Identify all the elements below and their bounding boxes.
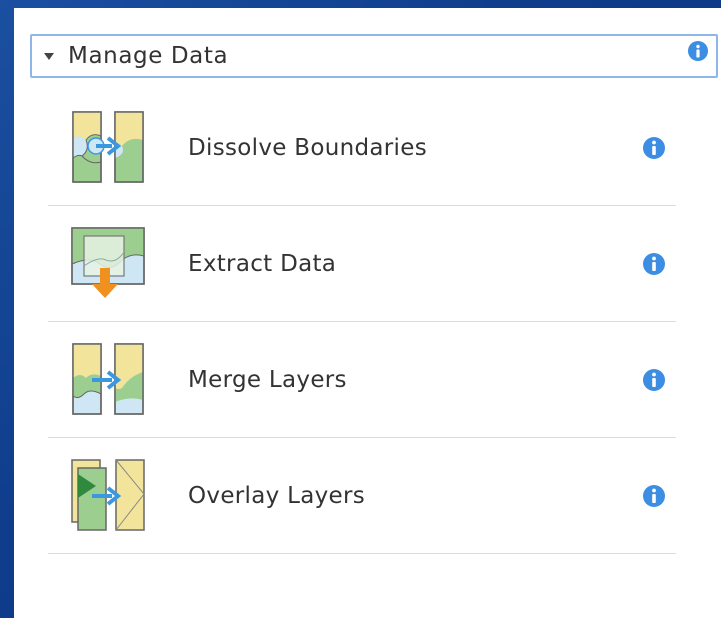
overlay-layers-icon [71,459,145,531]
info-icon[interactable] [642,484,666,508]
tool-label: Dissolve Boundaries [188,134,427,161]
tool-extract-data[interactable]: Extract Data [48,206,676,322]
tool-dissolve-boundaries[interactable]: Dissolve Boundaries [48,90,676,206]
extract-data-icon [71,227,145,298]
info-icon[interactable] [642,252,666,276]
tool-list: Dissolve Boundaries Extract Data Merge L… [48,90,676,554]
merge-layers-icon [72,343,144,415]
info-icon[interactable] [642,368,666,392]
info-icon[interactable] [642,136,666,160]
caret-down-icon[interactable] [44,52,54,60]
tool-overlay-layers[interactable]: Overlay Layers [48,438,676,554]
tool-label: Merge Layers [188,366,347,393]
manage-data-section-header[interactable]: Manage Data [30,34,718,78]
tool-label: Extract Data [188,250,337,277]
tool-label: Overlay Layers [188,482,366,509]
tool-merge-layers[interactable]: Merge Layers [48,322,676,438]
info-icon[interactable] [688,41,708,61]
tools-panel: Manage Data Dissolve Boundaries Extract … [14,8,721,618]
section-title: Manage Data [68,43,229,69]
dissolve-boundaries-icon [72,111,144,183]
